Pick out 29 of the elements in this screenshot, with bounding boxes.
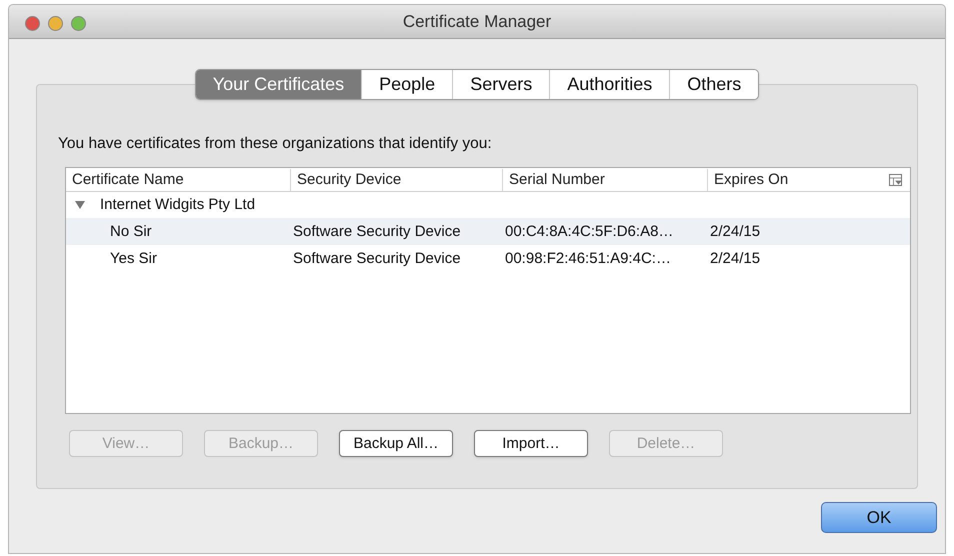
tab[interactable]: Authorities bbox=[549, 70, 670, 99]
column-header[interactable]: Serial Number bbox=[502, 168, 707, 191]
column-header[interactable]: Certificate Name bbox=[66, 168, 290, 191]
intro-text: You have certificates from these organizations that identify you: bbox=[58, 134, 493, 154]
table-cell-text: 00:98:F2:46:51:A9:4C:… bbox=[504, 248, 672, 268]
column-header[interactable]: Security Device bbox=[290, 168, 502, 191]
table-cell-text: No Sir bbox=[109, 222, 153, 242]
window-title: Certificate Manager bbox=[402, 10, 552, 33]
table-cell-text: Yes Sir bbox=[109, 248, 158, 268]
table-cell-text: 2/24/15 bbox=[709, 222, 762, 242]
certificate-row[interactable]: No Sir Software Security Device 00:C4:8A:4C:5F:D6:A8… 2/24/15 bbox=[66, 218, 910, 246]
disclosure-triangle-icon[interactable] bbox=[74, 199, 86, 212]
action-button[interactable]: Backup All… bbox=[339, 430, 453, 458]
tab[interactable]: Others bbox=[669, 70, 758, 99]
minimize-icon[interactable] bbox=[48, 16, 63, 31]
close-icon[interactable] bbox=[25, 16, 40, 31]
tab[interactable]: People bbox=[361, 70, 452, 99]
column-picker-icon[interactable] bbox=[889, 174, 902, 186]
ok-button[interactable]: OK bbox=[821, 502, 937, 533]
table-cell-text: 2/24/15 bbox=[709, 248, 762, 268]
table-cell-text: Software Security Device bbox=[292, 248, 462, 268]
action-button[interactable]: Import… bbox=[474, 430, 588, 458]
column-header[interactable]: Expires On bbox=[707, 168, 885, 191]
table-cell-text: 00:C4:8A:4C:5F:D6:A8… bbox=[504, 222, 674, 242]
tab[interactable]: Servers bbox=[452, 70, 550, 99]
table-cell-text: Software Security Device bbox=[292, 222, 462, 242]
group-name: Internet Widgits Pty Ltd bbox=[100, 195, 256, 215]
zoom-icon[interactable] bbox=[71, 16, 86, 31]
tab[interactable]: Your Certificates bbox=[196, 70, 362, 99]
